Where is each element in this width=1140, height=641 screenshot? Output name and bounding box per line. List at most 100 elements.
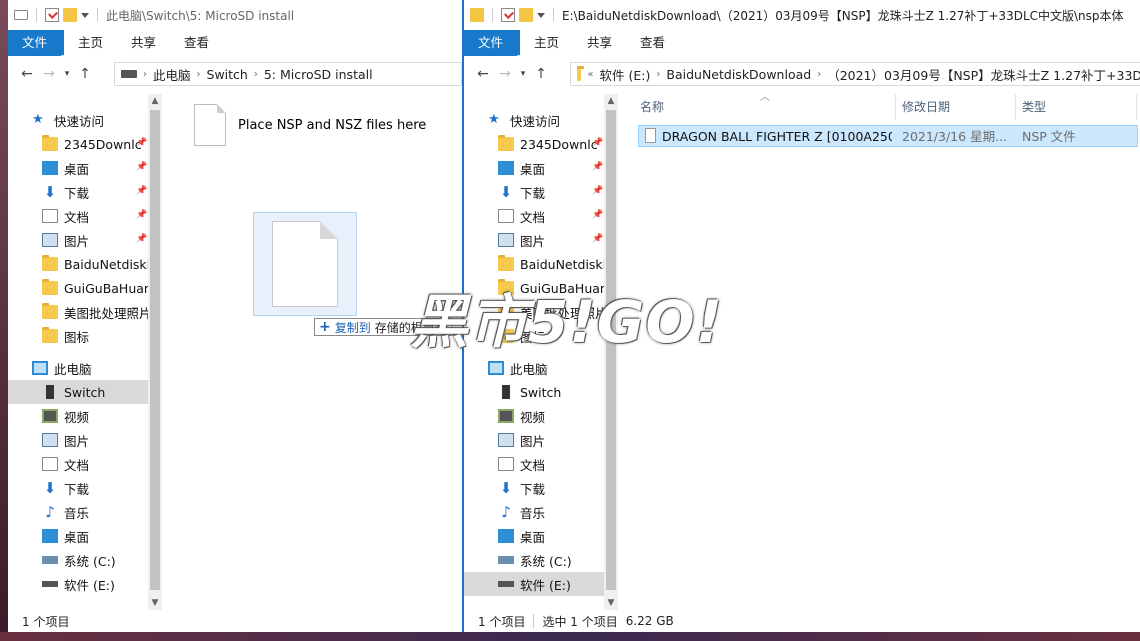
nav-item[interactable]: 2345Downlc 📌 — [8, 132, 148, 156]
nav-item[interactable]: 文档 — [464, 452, 604, 476]
scroll-thumb[interactable] — [150, 110, 160, 590]
nav-item[interactable]: 桌面 📌 — [8, 156, 148, 180]
nav-item[interactable]: 图标 — [8, 324, 148, 348]
nav-item-switch[interactable]: Switch — [464, 380, 604, 404]
breadcrumb-item[interactable]: Switch — [207, 67, 248, 82]
nav-item[interactable]: 桌面 — [464, 524, 604, 548]
tab-view[interactable]: 查看 — [640, 30, 665, 56]
properties-icon[interactable] — [45, 8, 59, 22]
chevron-right-icon[interactable]: › — [817, 69, 821, 80]
back-arrow-icon[interactable]: ← — [16, 66, 38, 82]
nav-item[interactable]: ♪ 音乐 — [464, 500, 604, 524]
tab-share[interactable]: 共享 — [587, 30, 612, 56]
nav-item[interactable]: 美图批处理照片 — [8, 300, 148, 324]
chevron-down-icon[interactable] — [81, 12, 89, 18]
column-modified[interactable]: 修改日期 — [902, 94, 1012, 118]
nav-item[interactable]: 系统 (C:) — [8, 548, 148, 572]
nav-item[interactable]: 图片 📌 — [464, 228, 604, 252]
nav-item[interactable]: ⬇ 下载 — [464, 476, 604, 500]
nav-item[interactable]: ⬇ 下载 — [8, 476, 148, 500]
nav-item[interactable]: BaiduNetdiskD — [464, 252, 604, 276]
column-divider[interactable] — [1015, 94, 1016, 120]
nav-item[interactable]: 文档 — [8, 452, 148, 476]
properties-icon[interactable] — [501, 8, 515, 22]
desktop-icon — [42, 529, 58, 543]
pin-icon: 📌 — [136, 138, 148, 148]
nav-item[interactable]: BaiduNetdiskD — [8, 252, 148, 276]
address-bar[interactable]: « 软件 (E:) › BaiduNetdiskDownload › （2021… — [570, 62, 1140, 86]
nav-item[interactable]: 2345Downlc 📌 — [464, 132, 604, 156]
column-type[interactable]: 类型 — [1022, 94, 1132, 118]
nav-item[interactable]: 桌面 📌 — [464, 156, 604, 180]
recent-dropdown-icon[interactable]: ▾ — [60, 69, 74, 79]
tab-home[interactable]: 主页 — [534, 30, 559, 56]
new-folder-icon[interactable] — [519, 8, 533, 22]
address-bar[interactable]: › 此电脑 › Switch › 5: MicroSD install — [114, 62, 462, 86]
scroll-down-icon[interactable]: ▼ — [604, 596, 618, 610]
folder-icon[interactable] — [470, 8, 484, 22]
folder-icon — [42, 303, 58, 319]
recent-dropdown-icon[interactable]: ▾ — [516, 69, 530, 79]
tab-file[interactable]: 文件 — [8, 30, 62, 56]
breadcrumb-item[interactable]: （2021）03月09号【NSP】龙珠斗士Z 1.27补丁+33DL — [827, 65, 1140, 84]
nav-label: GuiGuBaHuang — [64, 280, 148, 296]
forward-arrow-icon[interactable]: → — [494, 66, 516, 82]
nav-item-software-drive[interactable]: 软件 (E:) — [464, 572, 604, 596]
forward-arrow-icon[interactable]: → — [38, 66, 60, 82]
tab-share[interactable]: 共享 — [131, 30, 156, 56]
nav-label: 快速访问 — [510, 113, 561, 129]
nav-this-pc[interactable]: 此电脑 — [464, 356, 604, 380]
nav-quick-access[interactable]: ★ 快速访问 — [8, 108, 148, 132]
nav-scrollbar[interactable]: ▲ ▼ — [148, 94, 162, 610]
new-folder-icon[interactable] — [63, 8, 77, 22]
nav-label: 快速访问 — [54, 113, 105, 129]
nav-item[interactable]: GuiGuBaHuang — [8, 276, 148, 300]
nav-item[interactable]: 文档 📌 — [8, 204, 148, 228]
nav-item-switch[interactable]: Switch — [8, 380, 148, 404]
nav-quick-access[interactable]: ★ 快速访问 — [464, 108, 604, 132]
disk-icon[interactable] — [14, 10, 28, 20]
nav-item[interactable]: ⬇ 下载 📌 — [8, 180, 148, 204]
column-divider[interactable] — [1136, 94, 1137, 120]
nav-item[interactable]: 图片 📌 — [8, 228, 148, 252]
breadcrumb-item[interactable]: BaiduNetdiskDownload — [666, 67, 811, 82]
nav-item[interactable]: 文档 📌 — [464, 204, 604, 228]
chevron-right-icon[interactable]: › — [254, 69, 258, 80]
chevron-down-icon[interactable] — [537, 12, 545, 18]
nav-item[interactable]: 视频 — [8, 404, 148, 428]
nav-this-pc[interactable]: 此电脑 — [8, 356, 148, 380]
placeholder-file[interactable]: Place NSP and NSZ files here — [194, 104, 426, 146]
chevron-right-icon[interactable]: › — [656, 69, 660, 80]
breadcrumb-item[interactable]: 软件 (E:) — [600, 65, 651, 84]
nav-item[interactable]: 桌面 — [8, 524, 148, 548]
up-arrow-icon[interactable]: ↑ — [530, 66, 552, 82]
nav-item[interactable]: 系统 (C:) — [464, 548, 604, 572]
breadcrumb-item[interactable]: 此电脑 — [153, 65, 191, 84]
chevron-right-icon[interactable]: › — [143, 69, 147, 80]
nav-item[interactable]: ♪ 音乐 — [8, 500, 148, 524]
up-arrow-icon[interactable]: ↑ — [74, 66, 96, 82]
tab-home[interactable]: 主页 — [78, 30, 103, 56]
video-icon — [42, 409, 58, 423]
nav-item[interactable]: 软件 (E:) — [8, 572, 148, 596]
tab-file[interactable]: 文件 — [464, 30, 518, 56]
nav-item[interactable]: 图片 — [464, 428, 604, 452]
separator — [533, 614, 535, 628]
tab-view[interactable]: 查看 — [184, 30, 209, 56]
nav-item[interactable]: 视频 — [464, 404, 604, 428]
chevron-right-icon[interactable]: › — [197, 69, 201, 80]
sd-card-icon — [502, 385, 510, 399]
scroll-up-icon[interactable]: ▲ — [604, 94, 618, 108]
breadcrumb-item[interactable]: 5: MicroSD install — [264, 67, 373, 82]
column-divider[interactable] — [895, 94, 896, 120]
nav-item[interactable]: 图片 — [8, 428, 148, 452]
nav-item[interactable]: ⬇ 下载 📌 — [464, 180, 604, 204]
nav-label: 软件 (E:) — [64, 577, 115, 593]
scroll-down-icon[interactable]: ▼ — [148, 596, 162, 610]
nav-label: 2345Downlc — [520, 136, 598, 152]
video-icon — [498, 409, 514, 423]
overflow-chevron-icon[interactable]: « — [587, 69, 593, 80]
back-arrow-icon[interactable]: ← — [472, 66, 494, 82]
scroll-up-icon[interactable]: ▲ — [148, 94, 162, 108]
folder-icon — [42, 135, 58, 151]
